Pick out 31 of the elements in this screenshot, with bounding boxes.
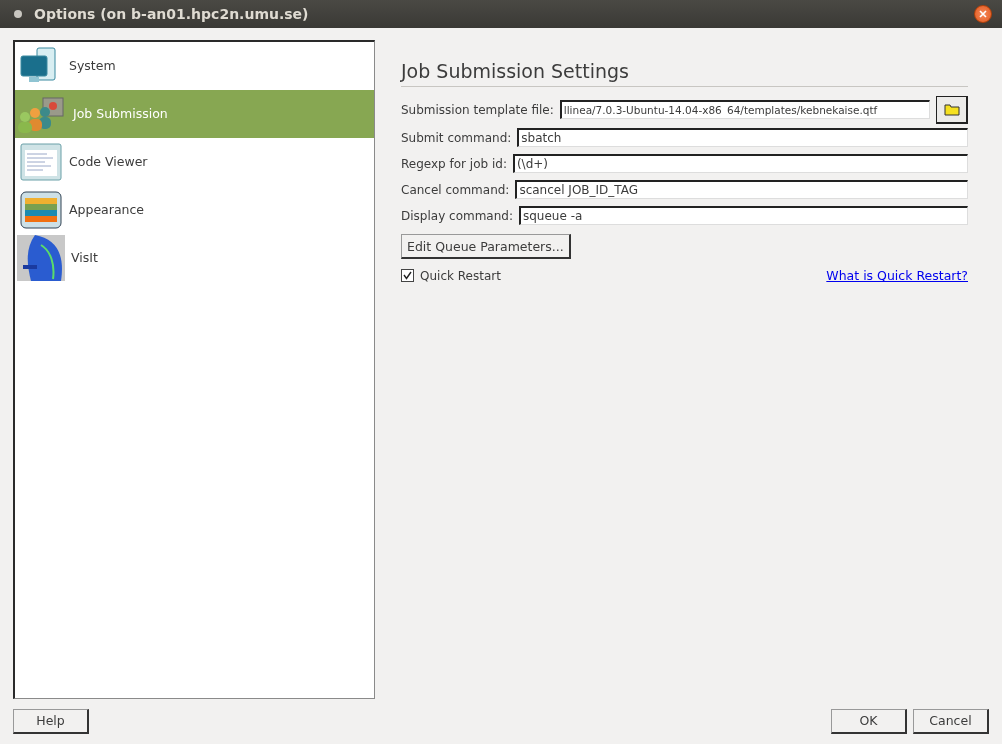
close-button[interactable] <box>974 4 992 23</box>
text-field[interactable]: scancel JOB_ID_TAG <box>515 180 968 200</box>
field-label: Submit command: <box>401 130 512 145</box>
text-field[interactable]: (\d+) <box>512 154 968 174</box>
checkbox[interactable] <box>401 269 414 283</box>
field-label: Submission template file: <box>401 102 554 117</box>
category-item[interactable]: System <box>15 41 374 90</box>
help-button[interactable]: Help <box>13 708 89 734</box>
window-title: Options (on b-an01.hpc2n.umu.se) <box>34 5 310 22</box>
section-heading: Job Submission Settings <box>401 59 968 87</box>
field-label: Display command: <box>401 208 513 223</box>
visualization-thumbnail <box>17 234 65 281</box>
close-icon <box>979 9 987 18</box>
color-stripes-icon <box>17 189 63 230</box>
text-field[interactable]: squeue -a <box>519 206 968 226</box>
text-field[interactable]: llinea/7.0.3-Ubuntu-14.04-x86_64/templates/kebnekaise.qtf <box>559 100 930 120</box>
folder-icon <box>943 102 960 116</box>
field-label: Cancel command: <box>401 182 510 197</box>
document-icon <box>17 141 63 182</box>
help-link[interactable]: What is Quick Restart? <box>826 268 968 284</box>
edit-queue-button[interactable]: Edit Queue Parameters... <box>401 234 571 260</box>
category-item[interactable]: Appearance <box>15 185 374 234</box>
checkbox-label: Quick Restart <box>420 268 501 283</box>
category-item[interactable]: Code Viewer <box>15 137 374 186</box>
ok-button[interactable]: OK <box>831 708 907 734</box>
category-item[interactable]: VisIt <box>15 233 374 282</box>
field-label: Regexp for job id: <box>401 156 507 171</box>
window-menu-icon[interactable] <box>14 9 22 18</box>
cancel-button[interactable]: Cancel <box>913 708 989 734</box>
browse-button[interactable] <box>936 95 968 124</box>
text-field[interactable]: sbatch <box>517 128 968 148</box>
